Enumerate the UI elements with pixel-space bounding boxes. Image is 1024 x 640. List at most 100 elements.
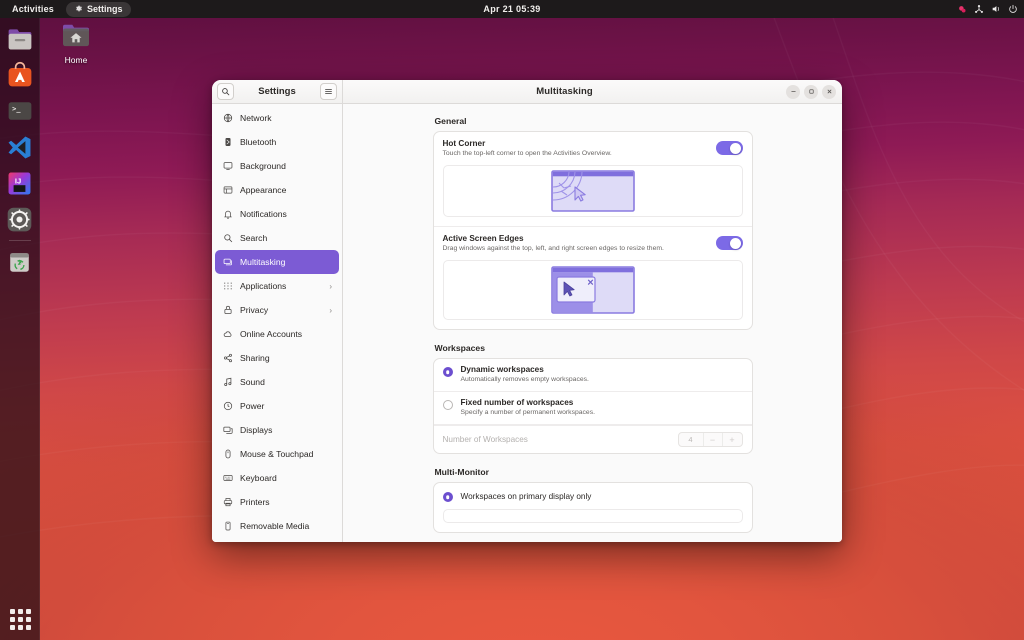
sidebar-item-background[interactable]: Background (215, 154, 339, 178)
keyboard-icon (222, 473, 233, 484)
show-applications-button[interactable] (7, 606, 33, 632)
hot-corner-row[interactable]: Hot Corner Touch the top-left corner to … (434, 132, 752, 165)
hot-corner-description: Touch the top-left corner to open the Ac… (443, 150, 708, 159)
sidebar-item-mouse-touchpad[interactable]: Mouse & Touchpad (215, 442, 339, 466)
multi-monitor-secondary-row (443, 509, 743, 523)
share-icon (222, 353, 233, 364)
printer-icon (222, 497, 233, 508)
background-icon (222, 161, 233, 172)
desktop: Activities Settings Apr 21 05:39 (0, 0, 1024, 640)
hot-corner-toggle[interactable] (716, 141, 743, 155)
settings-icon[interactable] (5, 204, 35, 234)
hamburger-menu-icon (324, 83, 333, 101)
sidebar-item-label: Online Accounts (240, 329, 302, 339)
status-indicators[interactable] (958, 4, 1018, 14)
files-icon[interactable] (5, 24, 35, 54)
fixed-workspaces-description: Specify a number of permanent workspaces… (461, 409, 596, 418)
sidebar-item-label: Search (240, 233, 267, 243)
svg-text:>_: >_ (12, 105, 21, 113)
sidebar-item-online-accounts[interactable]: Online Accounts (215, 322, 339, 346)
sidebar-item-label: Applications (240, 281, 286, 291)
grid-dot (10, 609, 15, 614)
dock-separator (9, 240, 31, 241)
trash-icon[interactable] (5, 247, 35, 277)
grid-dot (10, 625, 15, 630)
volume-icon[interactable] (991, 4, 1001, 14)
section-heading-general: General (435, 116, 753, 126)
increment-button[interactable]: + (723, 433, 742, 446)
decrement-button[interactable]: − (704, 433, 723, 446)
number-of-workspaces-value[interactable]: 4 (679, 433, 704, 446)
hot-corner-title: Hot Corner (443, 139, 708, 149)
desktop-icon-home[interactable]: Home (56, 22, 96, 65)
appearance-icon (222, 185, 233, 196)
vscode-icon[interactable] (5, 132, 35, 162)
app-menu-label: Settings (87, 4, 123, 14)
close-button[interactable] (822, 85, 836, 99)
intellij-idea-icon[interactable]: IJ (5, 168, 35, 198)
recording-icon[interactable] (958, 5, 967, 14)
search-button[interactable] (217, 83, 234, 100)
dynamic-workspaces-option[interactable]: Dynamic workspaces Automatically removes… (434, 359, 752, 392)
sidebar-item-sharing[interactable]: Sharing (215, 346, 339, 370)
sidebar-item-power[interactable]: Power (215, 394, 339, 418)
removable-media-icon (222, 521, 233, 532)
sidebar-item-network[interactable]: Network (215, 106, 339, 130)
network-icon[interactable] (974, 4, 984, 14)
sidebar-item-appearance[interactable]: Appearance (215, 178, 339, 202)
sidebar-item-bluetooth[interactable]: Bluetooth (215, 130, 339, 154)
mouse-icon (222, 449, 233, 460)
grid-dot (18, 625, 23, 630)
sidebar-item-removable-media[interactable]: Removable Media (215, 514, 339, 538)
main-menu-button[interactable] (320, 83, 337, 100)
sidebar-item-label: Power (240, 401, 264, 411)
active-screen-edges-toggle[interactable] (716, 236, 743, 250)
sidebar-item-sound[interactable]: Sound (215, 370, 339, 394)
app-menu-button[interactable]: Settings (66, 2, 131, 17)
workspaces-primary-display-option[interactable]: Workspaces on primary display only (434, 483, 752, 509)
grid-dot (18, 609, 23, 614)
active-screen-edges-title: Active Screen Edges (443, 234, 708, 244)
sidebar-item-printers[interactable]: Printers (215, 490, 339, 514)
sidebar-item-keyboard[interactable]: Keyboard (215, 466, 339, 490)
activities-label: Activities (12, 4, 54, 14)
sidebar-item-notifications[interactable]: Notifications (215, 202, 339, 226)
dynamic-workspaces-title: Dynamic workspaces (461, 365, 589, 375)
dynamic-workspaces-radio[interactable] (443, 367, 453, 377)
fixed-workspaces-option[interactable]: Fixed number of workspaces Specify a num… (434, 392, 752, 425)
sidebar-item-multitasking[interactable]: Multitasking (215, 250, 339, 274)
sidebar-item-label: Removable Media (240, 521, 309, 531)
fixed-workspaces-radio[interactable] (443, 400, 453, 410)
power-icon[interactable] (1008, 4, 1018, 14)
maximize-button[interactable] (804, 85, 818, 99)
grid-dot (18, 617, 23, 622)
search-icon (221, 83, 230, 101)
workspaces-primary-display-label: Workspaces on primary display only (461, 492, 592, 501)
sidebar-item-label: Sharing (240, 353, 270, 363)
sound-icon (222, 377, 233, 388)
dock: >_ IJ (0, 18, 40, 640)
multi-monitor-card: Workspaces on primary display only (433, 482, 753, 533)
bell-icon (222, 209, 233, 220)
sidebar-item-privacy[interactable]: Privacy › (215, 298, 339, 322)
clock-button[interactable]: Apr 21 05:39 (483, 4, 540, 14)
ubuntu-software-icon[interactable] (5, 60, 35, 90)
sidebar-item-applications[interactable]: Applications › (215, 274, 339, 298)
sidebar-item-search[interactable]: Search (215, 226, 339, 250)
activities-button[interactable]: Activities (6, 2, 60, 16)
grid-dot (10, 617, 15, 622)
general-card: Hot Corner Touch the top-left corner to … (433, 131, 753, 330)
sidebar-item-label: Appearance (240, 185, 286, 195)
workspaces-primary-display-radio[interactable] (443, 492, 453, 502)
sidebar-item-label: Keyboard (240, 473, 277, 483)
terminal-icon[interactable]: >_ (5, 96, 35, 126)
sidebar-item-label: Sound (240, 377, 265, 387)
power-icon (222, 401, 233, 412)
settings-sidebar[interactable]: Network Bluetooth (212, 104, 343, 542)
active-screen-edges-row[interactable]: Active Screen Edges Drag windows against… (434, 226, 752, 260)
number-of-workspaces-stepper[interactable]: 4 − + (678, 432, 743, 447)
minimize-button[interactable] (786, 85, 800, 99)
sidebar-item-displays[interactable]: Displays (215, 418, 339, 442)
number-of-workspaces-row: Number of Workspaces 4 − + (434, 425, 752, 453)
section-heading-workspaces: Workspaces (435, 343, 753, 353)
